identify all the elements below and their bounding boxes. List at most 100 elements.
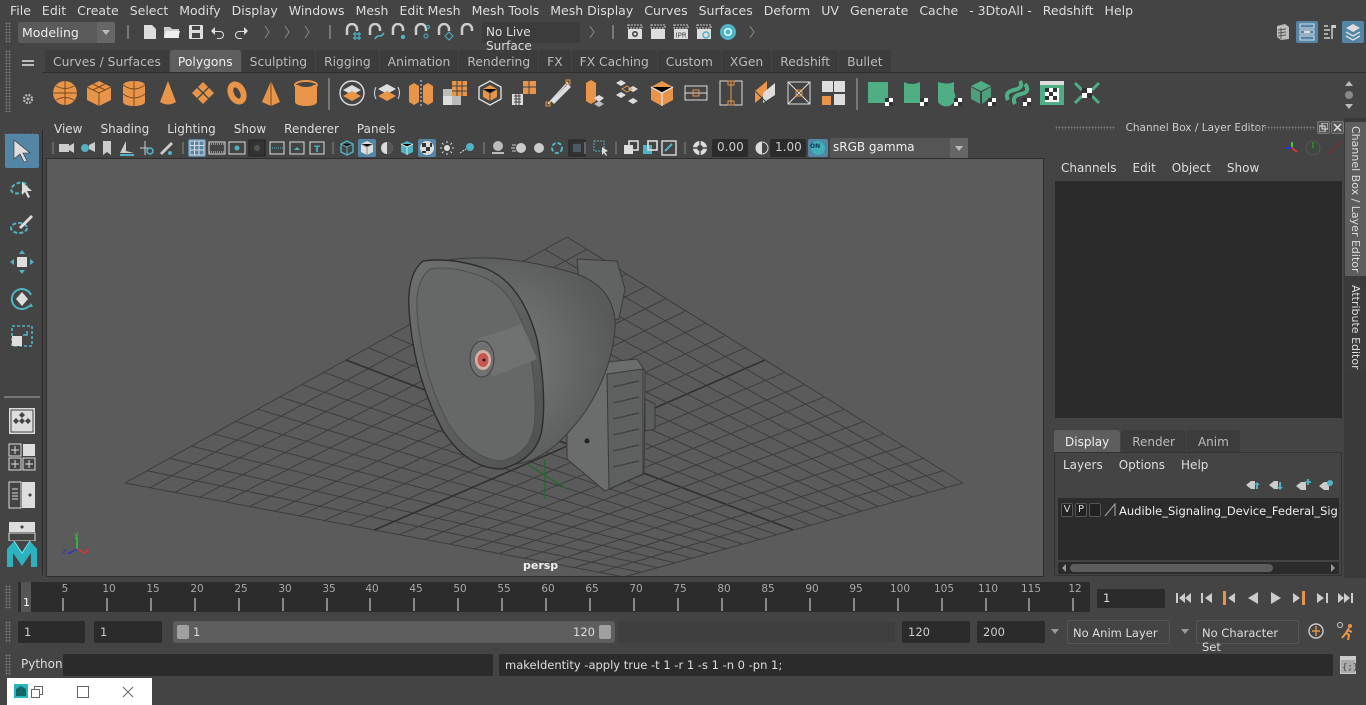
move-layer-up-icon[interactable] bbox=[1245, 478, 1261, 492]
menu-surfaces[interactable]: Surfaces bbox=[694, 3, 759, 18]
xray-active-icon[interactable] bbox=[641, 139, 659, 157]
layer-type-toggle[interactable] bbox=[1089, 503, 1101, 517]
color-management-toggle[interactable]: ON bbox=[808, 139, 828, 157]
animation-preferences-icon[interactable] bbox=[1334, 621, 1356, 641]
tool-settings-toggle-icon[interactable] bbox=[1320, 22, 1340, 42]
channel-box-attributes[interactable] bbox=[1055, 181, 1342, 418]
resolution-gate-icon[interactable] bbox=[228, 139, 246, 157]
close-window-icon[interactable] bbox=[121, 685, 135, 699]
shelf-tab-curves-surfaces[interactable]: Curves / Surfaces bbox=[45, 50, 169, 72]
animation-end-field[interactable]: 200 bbox=[977, 621, 1045, 643]
select-tool-icon[interactable] bbox=[5, 134, 39, 168]
snap-to-curve-icon[interactable] bbox=[366, 22, 386, 42]
menu-display[interactable]: Display bbox=[227, 3, 284, 18]
channel-toggle-icon[interactable] bbox=[1325, 139, 1343, 157]
shelf-tab-fx[interactable]: FX bbox=[539, 50, 571, 72]
restore-window-icon[interactable] bbox=[30, 685, 44, 699]
hypershade-icon[interactable] bbox=[718, 22, 738, 42]
live-surface-field[interactable]: No Live Surface bbox=[482, 22, 580, 53]
open-scene-icon[interactable] bbox=[163, 23, 181, 41]
menu-deform[interactable]: Deform bbox=[759, 3, 816, 18]
combine-icon[interactable] bbox=[337, 78, 367, 108]
gate-mask-icon[interactable] bbox=[248, 139, 266, 157]
layer-row[interactable]: V P Audible_Signaling_Device_Federal_Sig… bbox=[1058, 498, 1339, 522]
panel-menu-view[interactable]: View bbox=[54, 122, 82, 136]
poly-cone-icon[interactable] bbox=[153, 78, 183, 108]
step-forward-frame-icon[interactable] bbox=[1313, 589, 1331, 607]
film-gate-icon[interactable] bbox=[208, 139, 226, 157]
default-material-icon[interactable] bbox=[378, 139, 396, 157]
layer-horizontal-scrollbar[interactable] bbox=[1058, 562, 1339, 574]
channel-box-toggle-icon[interactable] bbox=[1342, 21, 1364, 43]
menu-redshift[interactable]: Redshift bbox=[1038, 3, 1100, 18]
collapse-arrow-icon[interactable] bbox=[587, 23, 597, 41]
snap-to-view-plane-icon[interactable] bbox=[435, 22, 455, 42]
poly-cube-icon[interactable] bbox=[84, 78, 114, 108]
menu-select[interactable]: Select bbox=[125, 3, 175, 18]
menu-create[interactable]: Create bbox=[72, 3, 125, 18]
menu-mesh-tools[interactable]: Mesh Tools bbox=[467, 3, 546, 18]
tab-channel-box-layer-editor[interactable]: Channel Box / Layer Editor bbox=[1345, 122, 1366, 276]
smooth-shade-all-icon[interactable] bbox=[358, 139, 376, 157]
render-frame-icon[interactable] bbox=[649, 23, 667, 41]
exposure-icon[interactable] bbox=[691, 139, 709, 157]
siren-horn-model[interactable] bbox=[408, 257, 656, 492]
multi-cut-icon[interactable] bbox=[544, 78, 574, 108]
scroll-left-icon[interactable] bbox=[1060, 563, 1068, 573]
paint-select-tool-icon[interactable] bbox=[5, 208, 39, 242]
menu-modify[interactable]: Modify bbox=[174, 3, 226, 18]
scrollbar-thumb[interactable] bbox=[1070, 564, 1273, 572]
panel-menu-show[interactable]: Show bbox=[234, 122, 266, 136]
mirror-icon[interactable] bbox=[406, 78, 436, 108]
collapse-arrow-icon[interactable] bbox=[262, 23, 272, 41]
shadows-icon[interactable] bbox=[458, 139, 476, 157]
shelf-tab-polygons[interactable]: Polygons bbox=[169, 50, 241, 72]
panel-menu-shading[interactable]: Shading bbox=[100, 122, 149, 136]
outliner-persp-layout-icon[interactable] bbox=[5, 480, 39, 510]
scroll-right-icon[interactable] bbox=[1329, 563, 1337, 573]
shelf-menu-icon[interactable] bbox=[20, 57, 36, 69]
playback-end-field[interactable]: 120 bbox=[902, 621, 970, 643]
current-frame-field[interactable]: 1 bbox=[1097, 589, 1165, 608]
insert-edge-loop-icon[interactable] bbox=[681, 78, 711, 108]
layer-color-swatch-icon[interactable] bbox=[1103, 502, 1117, 517]
range-slider[interactable]: 1 120 bbox=[173, 621, 615, 643]
panel-menu-lighting[interactable]: Lighting bbox=[167, 122, 216, 136]
menu-curves[interactable]: Curves bbox=[639, 3, 693, 18]
layer-editor-menu-layers[interactable]: Layers bbox=[1063, 458, 1103, 472]
layer-tab-display[interactable]: Display bbox=[1054, 430, 1121, 452]
make-live-icon[interactable] bbox=[458, 22, 478, 42]
panel-menu-renderer[interactable]: Renderer bbox=[284, 122, 339, 136]
menu-cache[interactable]: Cache bbox=[914, 3, 964, 18]
bevel-edge-icon[interactable] bbox=[716, 78, 746, 108]
close-panel-icon[interactable] bbox=[1331, 121, 1344, 134]
extrude-icon[interactable] bbox=[578, 78, 608, 108]
key-status-icon[interactable] bbox=[1304, 139, 1322, 157]
menu-3dtoall[interactable]: - 3DtoAll - bbox=[964, 3, 1038, 18]
shelf-tab-rigging[interactable]: Rigging bbox=[316, 50, 379, 72]
hud-icon[interactable] bbox=[660, 139, 678, 157]
range-end-handle[interactable] bbox=[599, 625, 611, 639]
poly-cylinder-icon[interactable] bbox=[119, 78, 149, 108]
shelf-tab-custom[interactable]: Custom bbox=[657, 50, 721, 72]
render-view-icon[interactable] bbox=[626, 23, 644, 41]
render-settings-icon[interactable] bbox=[695, 23, 713, 41]
poly-pipe-icon[interactable] bbox=[291, 78, 321, 108]
poly-pyramid-icon[interactable] bbox=[256, 78, 286, 108]
shelf-tab-xgen[interactable]: XGen bbox=[721, 50, 772, 72]
channel-box-menu-channels[interactable]: Channels bbox=[1061, 161, 1117, 175]
float-panel-icon[interactable] bbox=[1317, 121, 1330, 134]
menu-file[interactable]: File bbox=[5, 3, 37, 18]
new-scene-icon[interactable] bbox=[141, 23, 159, 41]
uv-editor-icon[interactable] bbox=[1003, 78, 1033, 108]
anim-layer-dropdown[interactable]: No Anim Layer bbox=[1067, 620, 1170, 644]
menu-generate[interactable]: Generate bbox=[845, 3, 914, 18]
layer-name[interactable]: Audible_Signaling_Device_Federal_Signal_ bbox=[1119, 504, 1337, 518]
animation-start-field[interactable]: 1 bbox=[18, 621, 85, 643]
menu-mesh[interactable]: Mesh bbox=[351, 3, 395, 18]
xray-icon[interactable] bbox=[622, 139, 640, 157]
panel-menu-panels[interactable]: Panels bbox=[357, 122, 396, 136]
fill-hole-icon[interactable] bbox=[784, 78, 814, 108]
channel-box-menu-object[interactable]: Object bbox=[1172, 161, 1211, 175]
layer-editor-menu-help[interactable]: Help bbox=[1181, 458, 1208, 472]
